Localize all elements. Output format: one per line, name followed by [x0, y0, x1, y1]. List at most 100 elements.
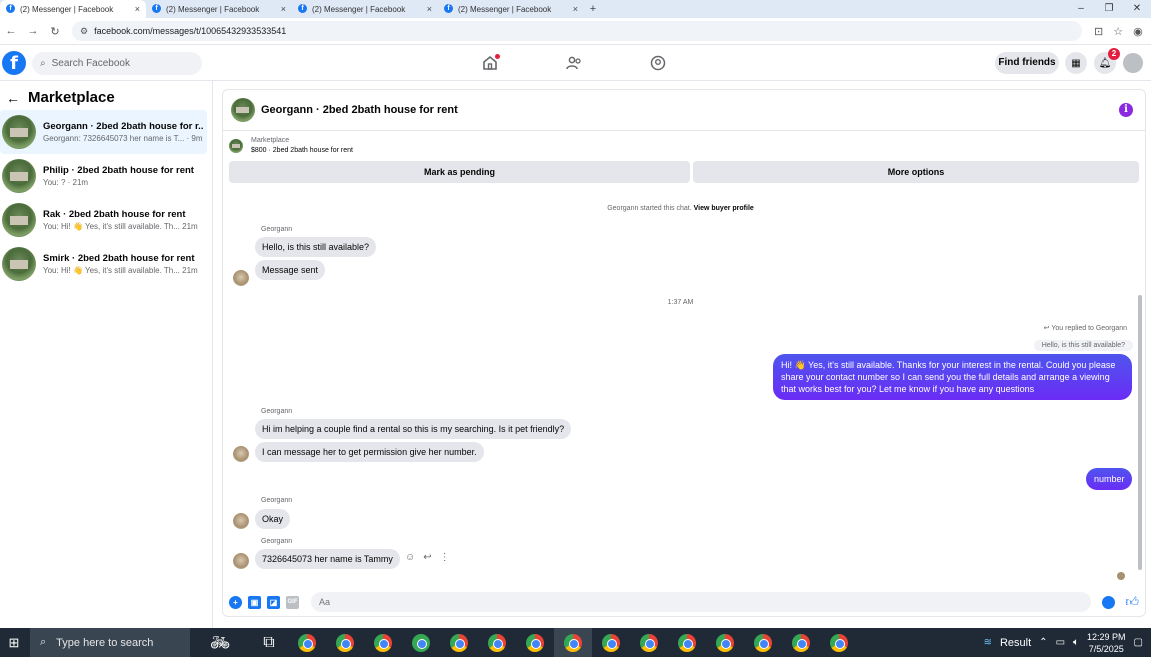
browser-tab[interactable]: f (2) Messenger | Facebook × [292, 0, 438, 18]
reply-icon[interactable]: ↩ [423, 552, 431, 563]
bookmark-star-icon[interactable]: ☆ [1113, 25, 1123, 38]
incoming-message[interactable]: 7326645073 her name is Tammy [255, 549, 400, 569]
chrome-taskbar-icon[interactable] [706, 628, 744, 657]
forward-icon[interactable]: → [22, 25, 44, 37]
outgoing-message[interactable]: Hi! 👋 Yes, it's still available. Thanks … [773, 354, 1132, 400]
tray-chevron-icon[interactable]: ⌃ [1039, 637, 1047, 648]
mark-as-pending-button[interactable]: Mark as pending [229, 161, 690, 183]
windows-taskbar: ⊞ ⌕ Type here to search 🚲︎ ⧉ ≋ Result ⌃ … [0, 628, 1151, 657]
groups-icon[interactable] [649, 54, 667, 72]
restore-icon[interactable]: ❐ [1095, 0, 1123, 18]
sender-name: Georgann [261, 408, 293, 415]
browser-tab[interactable]: f (2) Messenger | Facebook × [0, 0, 146, 18]
incoming-message[interactable]: I can message her to get permission give… [255, 442, 484, 462]
new-tab-button[interactable]: + [584, 0, 602, 18]
plus-icon[interactable]: + [229, 595, 242, 609]
info-icon[interactable]: i [1119, 103, 1133, 117]
chrome-taskbar-icon[interactable] [364, 628, 402, 657]
listing-summary: $800 · 2bed 2bath house for rent [251, 147, 353, 154]
chrome-taskbar-icon[interactable] [668, 628, 706, 657]
back-arrow-icon[interactable]: ← [6, 90, 20, 106]
quoted-message[interactable]: Hello, is this still available? [1033, 340, 1133, 351]
chrome-taskbar-icon[interactable] [516, 628, 554, 657]
chrome-taskbar-icon[interactable] [592, 628, 630, 657]
search-icon: ⌕ [40, 636, 47, 648]
friends-icon[interactable] [565, 54, 583, 72]
sender-avatar[interactable] [233, 553, 249, 569]
back-icon[interactable]: ← [0, 25, 22, 37]
windows-start-icon[interactable]: ⊞ [4, 635, 24, 651]
tab-close-icon[interactable]: × [135, 4, 140, 14]
facebook-header: f ⌕ Search Facebook Find friends ▦ 🔔︎ 2 [0, 45, 1151, 81]
emoji-icon[interactable] [1102, 596, 1115, 609]
sender-avatar[interactable] [233, 270, 249, 286]
incoming-message[interactable]: Hi im helping a couple find a rental so … [255, 419, 572, 439]
profile-icon[interactable]: ◉ [1133, 25, 1143, 38]
torrent-taskbar-icon[interactable] [402, 628, 440, 657]
network-icon[interactable]: ▭ [1056, 637, 1065, 648]
incoming-message[interactable]: Hello, is this still available? [255, 237, 377, 257]
chrome-taskbar-icon[interactable] [554, 628, 592, 657]
chrome-taskbar-icon[interactable] [820, 628, 858, 657]
menu-grid-icon[interactable]: ▦ [1065, 52, 1087, 74]
conversation-item[interactable]: Rak · 2bed 2bath house for rent You: Hi!… [0, 198, 207, 242]
react-emoji-icon[interactable]: ☺ [405, 552, 415, 563]
volume-icon[interactable]: 🔈︎ [1073, 637, 1079, 648]
chrome-taskbar-icon[interactable] [288, 628, 326, 657]
chrome-taskbar-icon[interactable] [630, 628, 668, 657]
conversation-name: Rak · 2bed 2bath house for rent [43, 209, 186, 220]
chrome-taskbar-icon[interactable] [478, 628, 516, 657]
browser-tab[interactable]: f (2) Messenger | Facebook × [146, 0, 292, 18]
url-field[interactable]: ⚙ facebook.com/messages/t/10065432933533… [72, 21, 1082, 41]
reload-icon[interactable]: ↻ [44, 25, 66, 38]
minimize-icon[interactable]: – [1067, 0, 1095, 18]
photo-icon[interactable]: ▣ [248, 595, 261, 609]
thumbs-up-icon[interactable]: 👍︎ [1125, 594, 1139, 610]
conversation-item[interactable]: Georgann · 2bed 2bath house for r... Geo… [0, 110, 207, 154]
clock[interactable]: 12:29 PM 7/5/2025 [1087, 631, 1126, 655]
address-bar: ← → ↻ ⚙ facebook.com/messages/t/10065432… [0, 18, 1151, 45]
tab-close-icon[interactable]: × [281, 4, 286, 14]
chat-title[interactable]: Georgann · 2bed 2bath house for rent [261, 104, 458, 116]
listing-thumbnail[interactable] [231, 98, 255, 122]
outgoing-message[interactable]: number [1086, 468, 1132, 490]
message-actions: ☺ ↩ ⋮ [405, 552, 450, 563]
sender-avatar[interactable] [233, 446, 249, 462]
message-input[interactable] [311, 592, 1091, 612]
incoming-message[interactable]: Message sent [255, 260, 326, 280]
marketplace-listing-row[interactable]: Marketplace $800 · 2bed 2bath house for … [229, 136, 353, 156]
notification-center-icon[interactable]: ▢ [1134, 637, 1143, 648]
more-options-button[interactable]: More options [693, 161, 1139, 183]
conversation-item[interactable]: Smirk · 2bed 2bath house for rent You: H… [0, 242, 207, 286]
gif-icon[interactable]: GIF [286, 595, 299, 609]
window-controls: – ❐ ✕ [1067, 0, 1151, 18]
browser-tab[interactable]: f (2) Messenger | Facebook × [438, 0, 584, 18]
close-window-icon[interactable]: ✕ [1123, 0, 1151, 18]
conversation-item[interactable]: Philip · 2bed 2bath house for rent You: … [0, 154, 207, 198]
more-actions-icon[interactable]: ⋮ [440, 552, 450, 563]
chrome-taskbar-icon[interactable] [440, 628, 478, 657]
task-view-icon[interactable]: ⧉ [250, 628, 288, 657]
taskbar-search-input[interactable]: ⌕ Type here to search [30, 628, 190, 657]
app-taskbar-icon[interactable] [326, 628, 364, 657]
chrome-taskbar-icon[interactable] [744, 628, 782, 657]
tab-title: (2) Messenger | Facebook [458, 4, 552, 14]
search-input[interactable]: ⌕ Search Facebook [32, 52, 202, 75]
account-avatar[interactable] [1123, 53, 1143, 73]
install-icon[interactable]: ⊡ [1094, 25, 1103, 38]
chrome-taskbar-icon[interactable] [782, 628, 820, 657]
incoming-message[interactable]: Okay [255, 509, 291, 529]
tab-close-icon[interactable]: × [427, 4, 432, 14]
chat-header: Georgann · 2bed 2bath house for rent i [223, 90, 1145, 131]
sidebar-title: Marketplace [28, 89, 115, 106]
view-buyer-profile-link[interactable]: View buyer profile [694, 205, 754, 212]
sticker-icon[interactable]: ◪ [267, 595, 280, 609]
tab-close-icon[interactable]: × [573, 4, 578, 14]
facebook-logo-icon[interactable]: f [2, 51, 26, 75]
site-info-icon[interactable]: ⚙ [80, 26, 88, 37]
browser-tabbar: f (2) Messenger | Facebook × f (2) Messe… [0, 0, 1151, 18]
weather-text[interactable]: Result [1000, 637, 1031, 649]
find-friends-button[interactable]: Find friends [995, 52, 1059, 74]
thread-scrollbar[interactable] [1138, 295, 1142, 570]
sender-avatar[interactable] [233, 513, 249, 529]
